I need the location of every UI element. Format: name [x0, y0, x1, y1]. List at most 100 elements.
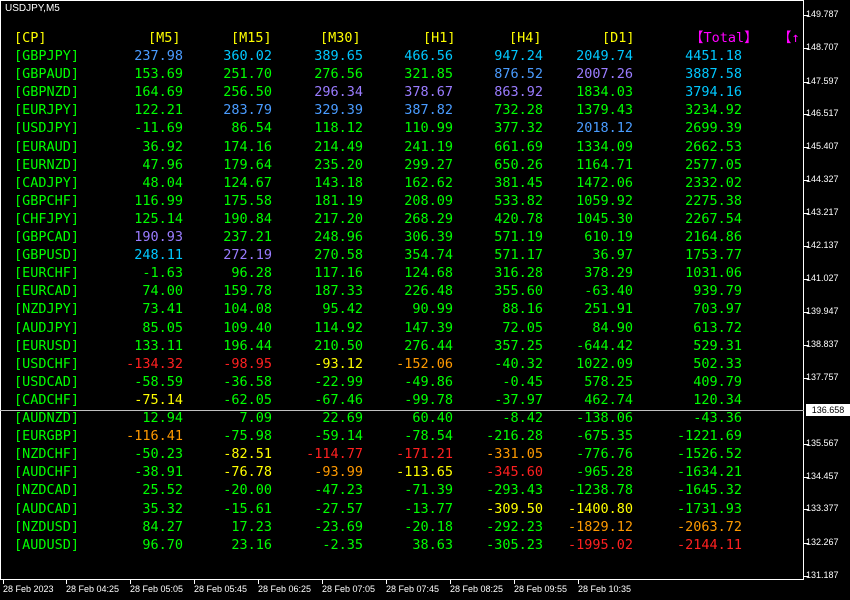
value-cell: -1829.12	[567, 518, 633, 535]
value-cell: 25.52	[142, 482, 183, 499]
value-cell: -113.65	[396, 464, 453, 481]
value-cell: 248.11	[134, 247, 183, 264]
value-cell: 321.85	[404, 66, 453, 83]
value-cell: 38.63	[412, 536, 453, 553]
value-cell: -11.69	[134, 120, 183, 137]
price-label: 135.567	[806, 438, 839, 448]
time-label: 28 Feb 09:55	[514, 584, 568, 594]
time-label: 28 Feb 08:25	[450, 584, 504, 594]
pair-label: [EURUSD]	[14, 337, 80, 354]
value-cell: 939.79	[693, 283, 742, 300]
price-label: 148.707	[806, 42, 839, 52]
pair-label: [NZDCAD]	[14, 482, 80, 499]
value-cell: 248.96	[314, 229, 363, 245]
value-cell: -309.50	[486, 500, 543, 517]
value-cell: 60.40	[412, 410, 453, 426]
value-cell: -644.42	[576, 337, 633, 354]
chart-area[interactable]: USDJPY,M5 [CP] [M5] [M15] [M30] [H1] [H4] [D1]…	[0, 0, 850, 600]
value-cell: 354.74	[404, 247, 453, 264]
value-cell: 124.68	[404, 265, 453, 282]
value-cell: 251.70	[223, 66, 272, 83]
value-cell: 85.05	[142, 319, 183, 336]
value-cell: -99.78	[404, 391, 453, 408]
value-cell: 578.25	[584, 373, 633, 390]
value-cell: 116.99	[134, 192, 183, 209]
value-cell: -23.69	[314, 518, 363, 535]
value-cell: -8.42	[502, 410, 543, 426]
value-cell: -2063.72	[676, 518, 742, 535]
value-cell: 2049.74	[576, 48, 633, 64]
value-cell: 190.84	[223, 210, 272, 227]
value-cell: 947.24	[494, 48, 543, 64]
value-cell: 650.26	[494, 156, 543, 173]
value-cell: -15.61	[223, 500, 272, 517]
value-cell: 276.44	[404, 337, 453, 354]
value-cell: 84.90	[592, 319, 633, 336]
value-cell: 12.94	[142, 410, 183, 426]
price-label: 133.377	[806, 503, 839, 513]
value-cell: 35.32	[142, 500, 183, 517]
column-header: [M5]	[148, 30, 181, 46]
value-cell: -292.23	[486, 518, 543, 535]
value-cell: 378.67	[404, 84, 453, 101]
value-cell: -75.14	[134, 391, 183, 408]
price-label: 146.517	[806, 108, 839, 118]
value-cell: 2275.38	[685, 192, 742, 209]
value-cell: -2144.11	[676, 536, 742, 553]
value-cell: 214.49	[314, 138, 363, 155]
value-cell: 256.50	[223, 84, 272, 101]
value-cell: 174.16	[223, 138, 272, 155]
column-header: 【Total】	[690, 30, 758, 46]
value-cell: -62.05	[223, 391, 272, 408]
value-cell: 863.92	[494, 84, 543, 101]
value-cell: 88.16	[502, 301, 543, 318]
value-cell: 217.20	[314, 210, 363, 227]
pair-label: [NZDCHF]	[14, 446, 80, 463]
value-cell: 179.64	[223, 156, 272, 173]
column-header: [D1]	[602, 30, 635, 46]
value-cell: 1472.06	[576, 174, 633, 191]
value-cell: 1045.30	[576, 210, 633, 227]
pair-label: [USDJPY]	[14, 120, 80, 137]
value-cell: -114.77	[306, 446, 363, 463]
value-cell: 2662.53	[685, 138, 742, 155]
value-cell: 226.48	[404, 283, 453, 300]
time-label: 28 Feb 2023	[3, 584, 54, 594]
price-label: 142.137	[806, 240, 839, 250]
pair-label: [NZDUSD]	[14, 518, 80, 535]
value-cell: -58.59	[134, 373, 183, 390]
value-cell: 571.19	[494, 229, 543, 245]
pair-label: [NZDJPY]	[14, 301, 80, 318]
column-header: [H4]	[509, 30, 542, 46]
value-cell: 1031.06	[685, 265, 742, 282]
pair-label: [GBPAUD]	[14, 66, 80, 83]
value-cell: -38.91	[134, 464, 183, 481]
value-cell: 571.17	[494, 247, 543, 264]
value-cell: 661.69	[494, 138, 543, 155]
value-cell: 237.21	[223, 229, 272, 245]
time-label: 28 Feb 05:05	[130, 584, 184, 594]
value-cell: 118.12	[314, 120, 363, 137]
pair-label: [EURCHF]	[14, 265, 80, 282]
value-cell: -965.28	[576, 464, 633, 481]
value-cell: 187.33	[314, 283, 363, 300]
pair-label: [GBPJPY]	[14, 48, 80, 64]
price-label: 145.407	[806, 141, 839, 151]
value-cell: 110.99	[404, 120, 453, 137]
value-cell: 502.33	[693, 355, 742, 372]
value-cell: -1238.78	[567, 482, 633, 499]
value-cell: -293.43	[486, 482, 543, 499]
value-cell: 122.21	[134, 102, 183, 119]
value-cell: 462.74	[584, 391, 633, 408]
value-cell: 159.78	[223, 283, 272, 300]
pair-label: [USDCHF]	[14, 355, 80, 372]
value-cell: -22.99	[314, 373, 363, 390]
pair-label: [GBPNZD]	[14, 84, 80, 101]
value-cell: 533.82	[494, 192, 543, 209]
value-cell: -93.12	[314, 355, 363, 372]
pair-label: [AUDNZD]	[14, 410, 80, 426]
price-label: 131.187	[806, 570, 839, 580]
value-cell: 90.99	[412, 301, 453, 318]
price-label: 144.327	[806, 174, 839, 184]
pair-label: [EURJPY]	[14, 102, 80, 119]
